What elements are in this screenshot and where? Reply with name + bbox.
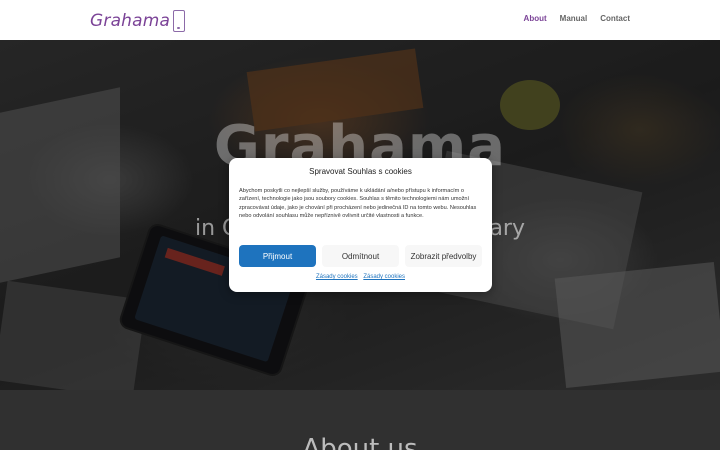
site-header: Grahama About Manual Contact [0, 0, 720, 40]
cookie-policy-link[interactable]: Zásady cookies [316, 274, 358, 280]
cookie-policy-links: Zásady cookies Zásady cookies [229, 274, 492, 280]
logo-text: Grahama [90, 11, 171, 31]
site-logo[interactable]: Grahama [90, 8, 186, 34]
phone-icon [173, 10, 186, 32]
cookie-policy-link[interactable]: Zásady cookies [363, 274, 405, 280]
cookie-dialog-title: Spravovat Souhlas s cookies [309, 167, 412, 176]
accept-button[interactable]: Přijmout [239, 245, 316, 267]
cookie-consent-dialog: Spravovat Souhlas s cookies Abychom posk… [229, 158, 492, 292]
cookie-dialog-text: Abychom poskytli co nejlepší služby, pou… [239, 188, 477, 219]
nav-item-about[interactable]: About [524, 14, 547, 23]
deny-button[interactable]: Odmítnout [322, 245, 399, 267]
main-nav: About Manual Contact [524, 14, 630, 23]
view-preferences-button[interactable]: Zobrazit předvolby [405, 245, 482, 267]
about-title: About us [302, 434, 418, 450]
nav-item-manual[interactable]: Manual [560, 14, 588, 23]
about-section: About us [0, 390, 720, 450]
nav-item-contact[interactable]: Contact [600, 14, 630, 23]
